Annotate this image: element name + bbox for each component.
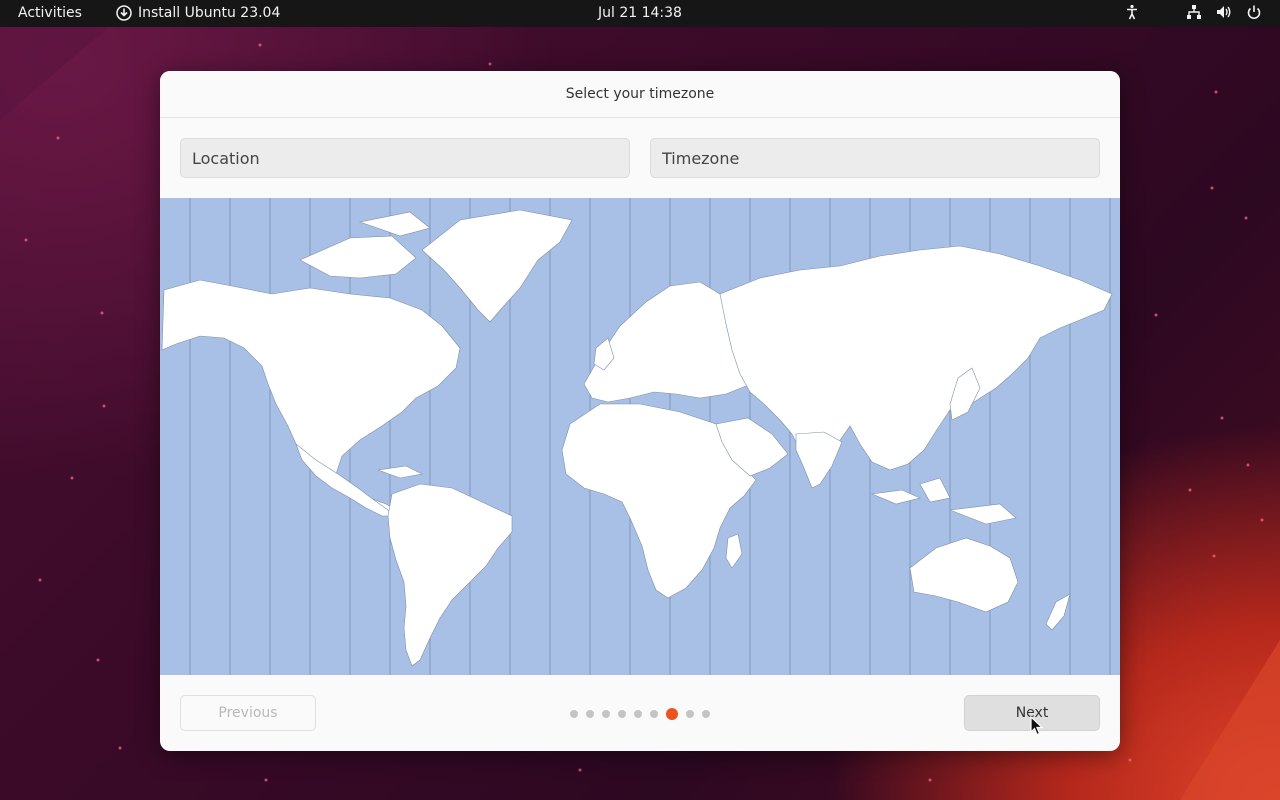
step-dot bbox=[602, 710, 610, 718]
network-icon[interactable] bbox=[1186, 4, 1202, 20]
top-bar: Activities Install Ubuntu 23.04 Jul 21 1… bbox=[0, 0, 1280, 27]
app-menu[interactable]: Install Ubuntu 23.04 bbox=[116, 5, 280, 21]
dialog-title: Select your timezone bbox=[160, 71, 1120, 118]
step-dot-active bbox=[666, 708, 678, 720]
step-dot bbox=[618, 710, 626, 718]
step-dot bbox=[650, 710, 658, 718]
accessibility-icon[interactable] bbox=[1124, 4, 1140, 20]
step-dot bbox=[570, 710, 578, 718]
installer-dialog: Select your timezone Location Timezone P… bbox=[160, 71, 1120, 751]
system-tray[interactable] bbox=[1124, 4, 1262, 20]
step-dot bbox=[634, 710, 642, 718]
power-icon[interactable] bbox=[1246, 4, 1262, 20]
timezone-map[interactable] bbox=[160, 198, 1120, 675]
dialog-footer: Previous Next bbox=[160, 675, 1120, 751]
step-dot bbox=[702, 710, 710, 718]
activities-button[interactable]: Activities bbox=[18, 5, 82, 21]
app-name: Install Ubuntu 23.04 bbox=[138, 5, 281, 21]
step-dot bbox=[586, 710, 594, 718]
clock[interactable]: Jul 21 14:38 bbox=[598, 5, 682, 21]
timezone-input[interactable] bbox=[650, 138, 1100, 178]
location-input[interactable] bbox=[180, 138, 630, 178]
install-download-icon bbox=[116, 5, 132, 21]
volume-icon[interactable] bbox=[1216, 4, 1232, 20]
mouse-cursor-icon bbox=[1030, 716, 1044, 736]
step-dot bbox=[686, 710, 694, 718]
